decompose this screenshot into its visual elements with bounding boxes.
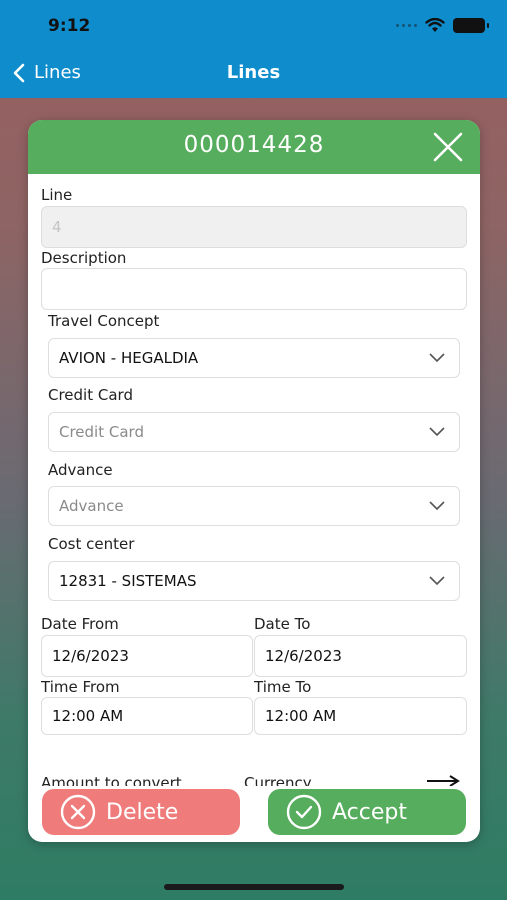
line-editor-modal: 000014428 Line 4 Description Travel Conc… — [28, 120, 480, 842]
status-time: 9:12 — [48, 16, 91, 36]
date-from-value: 12/6/2023 — [52, 647, 129, 665]
date-from-label: Date From — [41, 615, 119, 633]
chevron-down-icon — [429, 576, 445, 586]
modal-title: 000014428 — [183, 132, 325, 158]
x-circle-icon — [60, 794, 96, 830]
currency-label: Currency — [244, 774, 312, 786]
accept-button[interactable]: Accept — [268, 789, 466, 835]
advance-select[interactable]: Advance — [48, 486, 460, 526]
date-to-value: 12/6/2023 — [265, 647, 342, 665]
accept-label: Accept — [332, 799, 407, 825]
time-to-label: Time To — [254, 678, 312, 696]
arrow-right-icon[interactable] — [426, 775, 460, 786]
battery-icon — [453, 18, 489, 33]
modal-header: 000014428 — [28, 120, 480, 174]
chevron-down-icon — [429, 427, 445, 437]
amount-to-convert-label: Amount to convert — [41, 774, 182, 786]
close-icon[interactable] — [432, 132, 464, 162]
credit-card-placeholder: Credit Card — [59, 423, 144, 441]
time-from-label: Time From — [41, 678, 120, 696]
description-field[interactable] — [41, 268, 467, 310]
delete-label: Delete — [106, 799, 179, 825]
travel-concept-select[interactable]: AVION - HEGALDIA — [48, 338, 460, 378]
date-to-label: Date To — [254, 615, 311, 633]
advance-placeholder: Advance — [59, 497, 124, 515]
page-title: Lines — [226, 62, 281, 83]
time-to-value: 12:00 AM — [265, 707, 337, 725]
credit-card-select[interactable]: Credit Card — [48, 412, 460, 452]
check-circle-icon — [286, 794, 322, 830]
delete-button[interactable]: Delete — [42, 789, 240, 835]
navigation-bar: 9:12 Lines Lines — [0, 0, 507, 98]
chevron-down-icon — [429, 353, 445, 363]
status-icons — [396, 18, 489, 33]
chevron-down-icon — [429, 501, 445, 511]
line-field: 4 — [41, 206, 467, 248]
line-value: 4 — [52, 218, 62, 236]
date-to-field[interactable]: 12/6/2023 — [254, 635, 467, 677]
cost-center-select[interactable]: 12831 - SISTEMAS — [48, 561, 460, 601]
cost-center-value: 12831 - SISTEMAS — [59, 572, 197, 590]
travel-concept-label: Travel Concept — [48, 312, 160, 330]
home-indicator[interactable] — [164, 884, 344, 890]
description-label: Description — [41, 249, 127, 267]
line-label: Line — [41, 186, 73, 204]
cost-center-label: Cost center — [48, 535, 135, 553]
signal-icon — [396, 24, 417, 27]
date-from-field[interactable]: 12/6/2023 — [41, 635, 253, 677]
partially-visible-row: Amount to convert Currency — [28, 772, 480, 786]
wifi-icon — [425, 18, 445, 32]
time-to-field[interactable]: 12:00 AM — [254, 697, 467, 735]
advance-label: Advance — [48, 461, 113, 479]
credit-card-label: Credit Card — [48, 386, 133, 404]
time-from-value: 12:00 AM — [52, 707, 124, 725]
travel-concept-value: AVION - HEGALDIA — [59, 349, 199, 367]
time-from-field[interactable]: 12:00 AM — [41, 697, 253, 735]
